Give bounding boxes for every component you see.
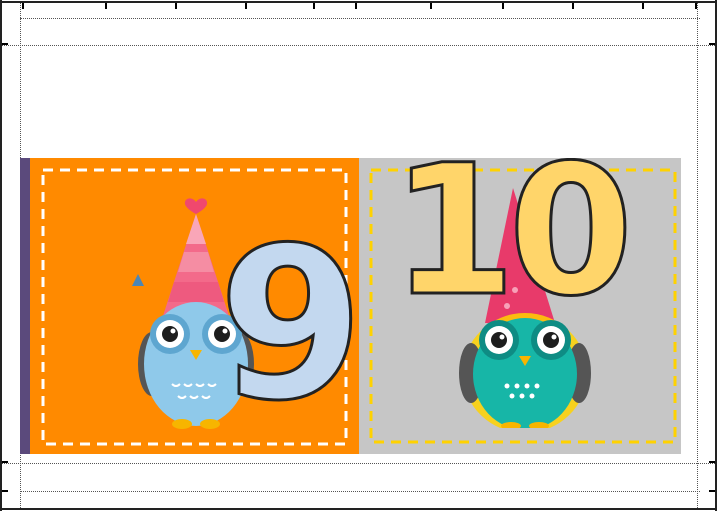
page-border-top (0, 1, 717, 3)
heart-icon (184, 198, 208, 214)
margin-guide-top2 (2, 45, 715, 46)
page-border-bottom (0, 508, 717, 510)
margin-guide-bottom2 (20, 491, 700, 492)
left-ruler-tick-bottom2 (2, 490, 8, 492)
page-border-left (0, 0, 2, 511)
margin-guide-top (20, 18, 700, 19)
card-9-number: 9 (216, 202, 359, 447)
card-10-number: 10 (390, 158, 635, 336)
accent-strip (20, 158, 30, 454)
card-number-9[interactable]: 9 (30, 158, 359, 454)
margin-guide-right (697, 3, 698, 508)
print-page: 9 10 (0, 0, 717, 511)
margin-guide-bottom (2, 463, 715, 464)
card-number-10[interactable]: 10 (359, 158, 681, 454)
right-ruler-tick-bottom2 (709, 490, 715, 492)
